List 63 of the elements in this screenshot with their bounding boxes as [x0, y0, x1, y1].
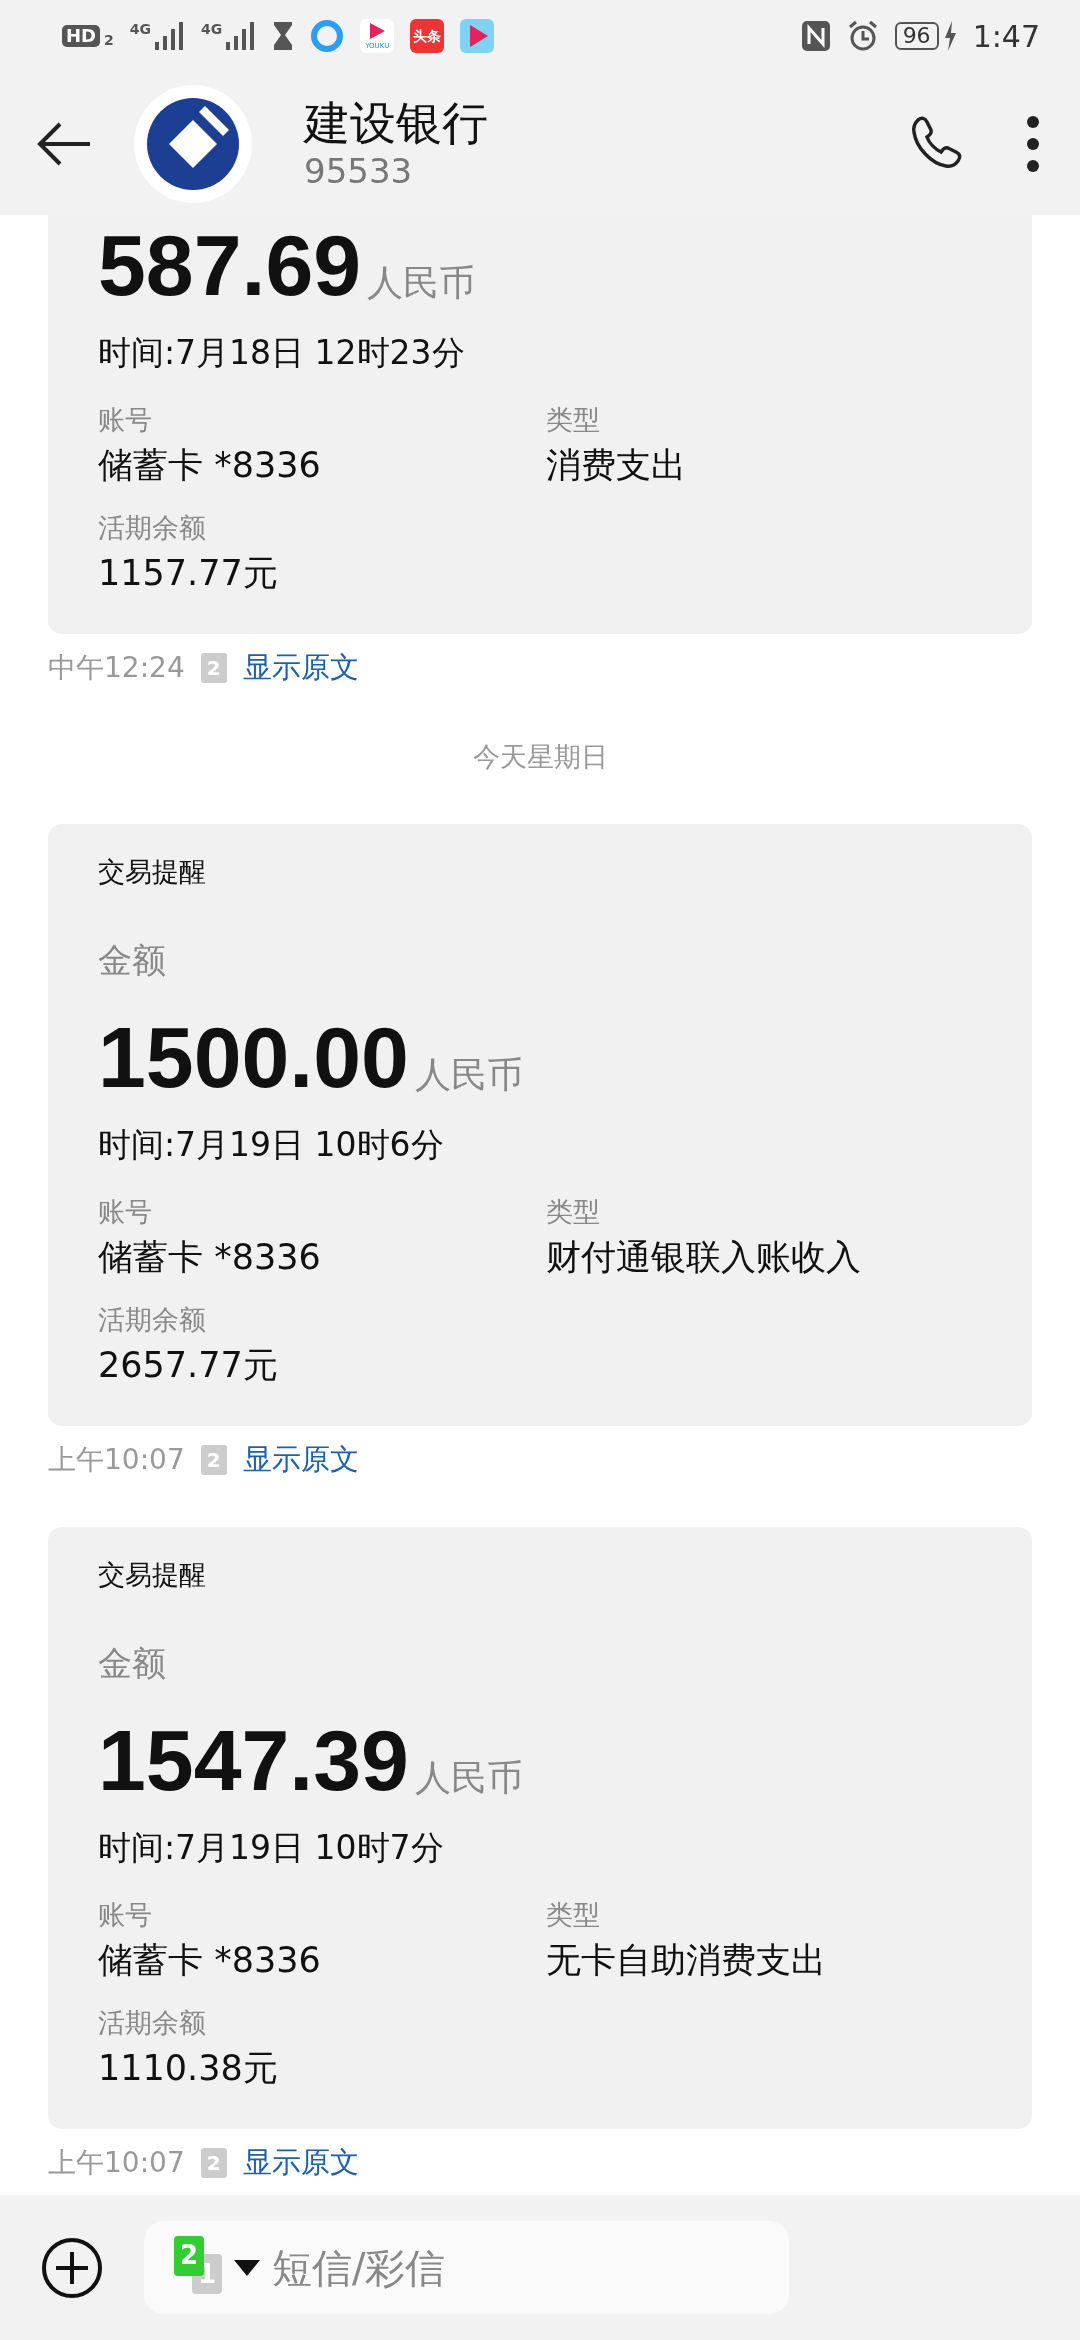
transaction-type: 无卡自助消费支出: [546, 1939, 826, 1982]
network-type: 4G: [129, 22, 151, 36]
transaction-time: 时间:7月18日 12时23分: [98, 332, 466, 374]
field-label: 类型: [546, 1195, 600, 1229]
transaction-time: 时间:7月19日 10时6分: [98, 1124, 445, 1166]
news-app-icon: 头条: [410, 19, 445, 53]
balance: 1110.38元: [98, 2047, 278, 2090]
account-number: 储蓄卡 *8336: [98, 1939, 321, 1982]
video-app-icon: [460, 19, 495, 53]
field-label: 类型: [546, 1898, 600, 1932]
browser-app-icon: [310, 19, 345, 53]
account-number: 储蓄卡 *8336: [98, 444, 321, 487]
transaction-type: 财付通银联入账收入: [546, 1236, 861, 1279]
show-original-link[interactable]: 显示原文: [242, 2141, 359, 2185]
balance: 1157.77元: [98, 552, 278, 595]
hourglass-icon: [272, 21, 295, 51]
nfc-icon: [800, 20, 831, 52]
amount: 587.69: [98, 216, 362, 315]
battery-level: 96: [894, 21, 939, 51]
back-arrow-icon: [36, 121, 92, 166]
currency: 人民币: [414, 1756, 523, 1800]
network-type: 4G: [201, 22, 223, 36]
plus-circle-icon: [40, 2235, 104, 2300]
field-label: 类型: [546, 403, 600, 437]
dropdown-caret-icon[interactable]: [234, 2259, 260, 2276]
amount: 1500.00: [98, 1008, 409, 1107]
message-time: 上午10:07: [48, 2145, 185, 2181]
message-time: 中午12:24: [48, 650, 185, 686]
clock: 1:47: [972, 17, 1040, 56]
more-vertical-icon: [1026, 113, 1040, 174]
signal-icon: [226, 22, 257, 50]
hd-indicator: HD: [62, 25, 100, 47]
message-heading: 交易提醒: [98, 1558, 207, 1592]
show-original-link[interactable]: 显示原文: [242, 646, 359, 690]
currency: 人民币: [414, 1053, 523, 1097]
date-divider: 今天星期日: [471, 740, 609, 774]
account-number: 储蓄卡 *8336: [98, 1236, 321, 1279]
show-original-link[interactable]: 显示原文: [242, 1438, 359, 1482]
field-label: 活期余额: [98, 1303, 206, 1337]
contact-name: 建设银行: [304, 95, 488, 151]
field-label: 账号: [98, 1898, 152, 1932]
bank-logo-icon: [145, 95, 241, 192]
currency: 人民币: [367, 261, 476, 305]
phone-number: 95533: [304, 150, 414, 192]
alarm-icon: [846, 20, 879, 52]
message-heading: 交易提醒: [98, 855, 207, 889]
message-time: 上午10:07: [48, 1442, 185, 1478]
back-button[interactable]: [36, 121, 92, 166]
amount-label: 金额: [98, 1642, 167, 1685]
field-label: 活期余额: [98, 2006, 206, 2040]
more-options-button[interactable]: [1026, 113, 1040, 174]
balance: 2657.77元: [98, 1344, 278, 1387]
signal-icon: [155, 22, 185, 50]
transaction-time: 时间:7月19日 10时7分: [98, 1827, 445, 1869]
amount-label: 金额: [98, 939, 167, 982]
charging-icon: [942, 21, 957, 51]
add-button[interactable]: [40, 2235, 104, 2300]
amount: 1547.39: [98, 1711, 409, 1810]
transaction-type: 消费支出: [546, 444, 686, 487]
field-label: 账号: [98, 1195, 152, 1229]
field-label: 活期余额: [98, 511, 206, 545]
field-label: 账号: [98, 403, 152, 437]
sim-number: 2: [104, 33, 114, 47]
